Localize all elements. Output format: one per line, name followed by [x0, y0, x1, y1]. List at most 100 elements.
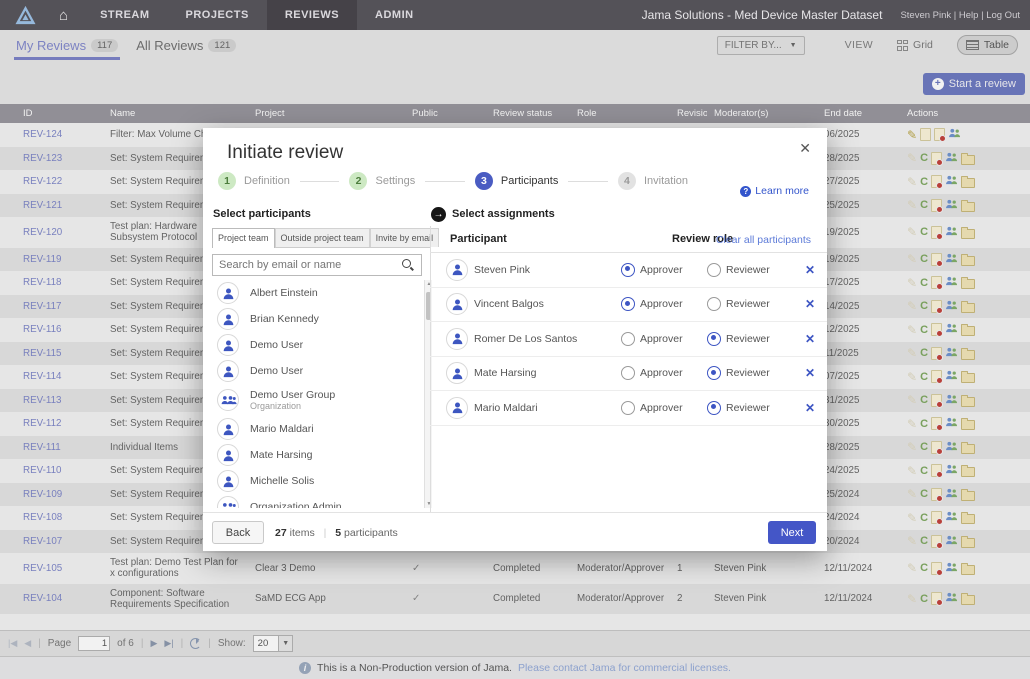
- modal-title: Initiate review: [227, 142, 343, 164]
- participant-column-header: Participant: [450, 233, 507, 245]
- participant-list-item[interactable]: Mario Maldari: [212, 416, 424, 442]
- search-input[interactable]: [213, 259, 402, 271]
- radio-approver[interactable]: [621, 366, 635, 380]
- participant-list-item[interactable]: Michelle Solis: [212, 468, 424, 494]
- back-button[interactable]: Back: [212, 521, 264, 544]
- participant-list: Albert Einstein Brian Kennedy Demo User …: [212, 280, 424, 508]
- role-label: Reviewer: [726, 333, 770, 345]
- radio-approver[interactable]: [621, 332, 635, 346]
- participant-list-item[interactable]: Demo User: [212, 332, 424, 358]
- participant-list-item[interactable]: Albert Einstein: [212, 280, 424, 306]
- radio-reviewer-selected[interactable]: [707, 366, 721, 380]
- select-assignments-header: Select assignments: [452, 208, 555, 220]
- role-label: Approver: [640, 298, 683, 310]
- role-option-reviewer[interactable]: Reviewer: [707, 332, 793, 346]
- role-label: Approver: [640, 367, 683, 379]
- role-option-reviewer[interactable]: Reviewer: [707, 366, 793, 380]
- participant-subtitle: Organization: [250, 401, 335, 411]
- participant-name: Demo User: [250, 339, 303, 351]
- radio-approver[interactable]: [621, 401, 635, 415]
- role-option-approver[interactable]: Approver: [621, 332, 707, 346]
- role-label: Reviewer: [726, 264, 770, 276]
- role-label: Approver: [640, 333, 683, 345]
- role-label: Reviewer: [726, 402, 770, 414]
- participant-source-tabs: Project teamOutside project teamInvite b…: [212, 226, 430, 248]
- remove-participant-icon[interactable]: ✕: [793, 297, 827, 311]
- participant-name: Albert Einstein: [250, 287, 318, 299]
- remove-participant-icon[interactable]: ✕: [793, 366, 827, 380]
- participant-name: Brian Kennedy: [250, 313, 319, 325]
- user-avatar-icon: [217, 444, 239, 466]
- role-option-approver[interactable]: Approver: [621, 366, 707, 380]
- scroll-down-icon[interactable]: ▼: [425, 501, 433, 507]
- step-4-label: Invitation: [644, 175, 688, 187]
- participant-list-item[interactable]: Mate Harsing: [212, 442, 424, 468]
- remove-participant-icon[interactable]: ✕: [793, 332, 827, 346]
- radio-approver-selected[interactable]: [621, 263, 635, 277]
- user-avatar-icon: [446, 293, 468, 315]
- participant-name: Organization Admin: [250, 501, 342, 508]
- role-option-approver[interactable]: Approver: [621, 401, 707, 415]
- participant-name: Mario Maldari: [250, 423, 314, 435]
- radio-reviewer[interactable]: [707, 297, 721, 311]
- step-4-circle: 4: [618, 172, 636, 190]
- participant-list-item[interactable]: Brian Kennedy: [212, 306, 424, 332]
- participant-list-item[interactable]: Demo User: [212, 358, 424, 384]
- clear-all-participants-link[interactable]: Clear all participants: [716, 234, 811, 246]
- radio-approver-selected[interactable]: [621, 297, 635, 311]
- user-avatar-icon: [446, 397, 468, 419]
- tab-invite-by-email[interactable]: Invite by email: [370, 228, 440, 247]
- user-avatar-icon: [217, 308, 239, 330]
- learn-more-link[interactable]: ? Learn more: [740, 185, 809, 197]
- step-1-circle: 1: [218, 172, 236, 190]
- search-icon[interactable]: [402, 259, 415, 272]
- step-connector: [568, 181, 608, 182]
- radio-reviewer[interactable]: [707, 263, 721, 277]
- select-participants-header: Select participants: [213, 208, 311, 220]
- step-3-circle: 3: [475, 172, 493, 190]
- role-option-reviewer[interactable]: Reviewer: [707, 401, 793, 415]
- step-3-label: Participants: [501, 175, 558, 187]
- jama-reviews-app: ⌂ STREAMPROJECTSREVIEWSADMIN Jama Soluti…: [0, 0, 1030, 679]
- assignee-name: Mate Harsing: [474, 367, 621, 379]
- participants-label: participants: [344, 527, 398, 539]
- assignee-name: Vincent Balgos: [474, 298, 621, 310]
- radio-reviewer-selected[interactable]: [707, 401, 721, 415]
- assignments-list: Steven Pink Approver Reviewer ✕ Vincent …: [430, 253, 827, 426]
- participant-name: Michelle Solis: [250, 475, 314, 487]
- radio-reviewer-selected[interactable]: [707, 332, 721, 346]
- assignee-name: Romer De Los Santos: [474, 333, 621, 345]
- role-option-reviewer[interactable]: Reviewer: [707, 263, 793, 277]
- participant-list-item[interactable]: Organization Admin: [212, 494, 424, 508]
- group-avatar-icon: [217, 389, 239, 411]
- role-option-reviewer[interactable]: Reviewer: [707, 297, 793, 311]
- next-button[interactable]: Next: [768, 521, 816, 544]
- role-option-approver[interactable]: Approver: [621, 263, 707, 277]
- user-avatar-icon: [217, 470, 239, 492]
- learn-more-label: Learn more: [755, 185, 809, 197]
- step-2-label: Settings: [375, 175, 415, 187]
- remove-participant-icon[interactable]: ✕: [793, 263, 827, 277]
- assignment-row: Romer De Los Santos Approver Reviewer ✕: [430, 322, 827, 357]
- step-connector: [300, 181, 340, 182]
- tab-outside-project-team[interactable]: Outside project team: [275, 228, 370, 247]
- assignment-row: Mate Harsing Approver Reviewer ✕: [430, 357, 827, 392]
- participant-search: [212, 254, 422, 276]
- user-avatar-icon: [217, 334, 239, 356]
- participant-name: Demo User: [250, 365, 303, 377]
- remove-participant-icon[interactable]: ✕: [793, 401, 827, 415]
- participant-name: Mate Harsing: [250, 449, 312, 461]
- role-option-approver[interactable]: Approver: [621, 297, 707, 311]
- step-2-circle: 2: [349, 172, 367, 190]
- footer-divider: [203, 512, 827, 513]
- user-avatar-icon: [217, 360, 239, 382]
- user-avatar-icon: [446, 362, 468, 384]
- question-icon: ?: [740, 186, 751, 197]
- user-avatar-icon: [446, 328, 468, 350]
- user-avatar-icon: [217, 418, 239, 440]
- participant-list-item[interactable]: Demo User GroupOrganization: [212, 384, 424, 416]
- close-icon[interactable]: ✕: [799, 140, 811, 157]
- wizard-stepper: 1 Definition2 Settings3 Participants4 In…: [218, 172, 698, 190]
- assignee-name: Mario Maldari: [474, 402, 621, 414]
- tab-project-team[interactable]: Project team: [212, 228, 275, 248]
